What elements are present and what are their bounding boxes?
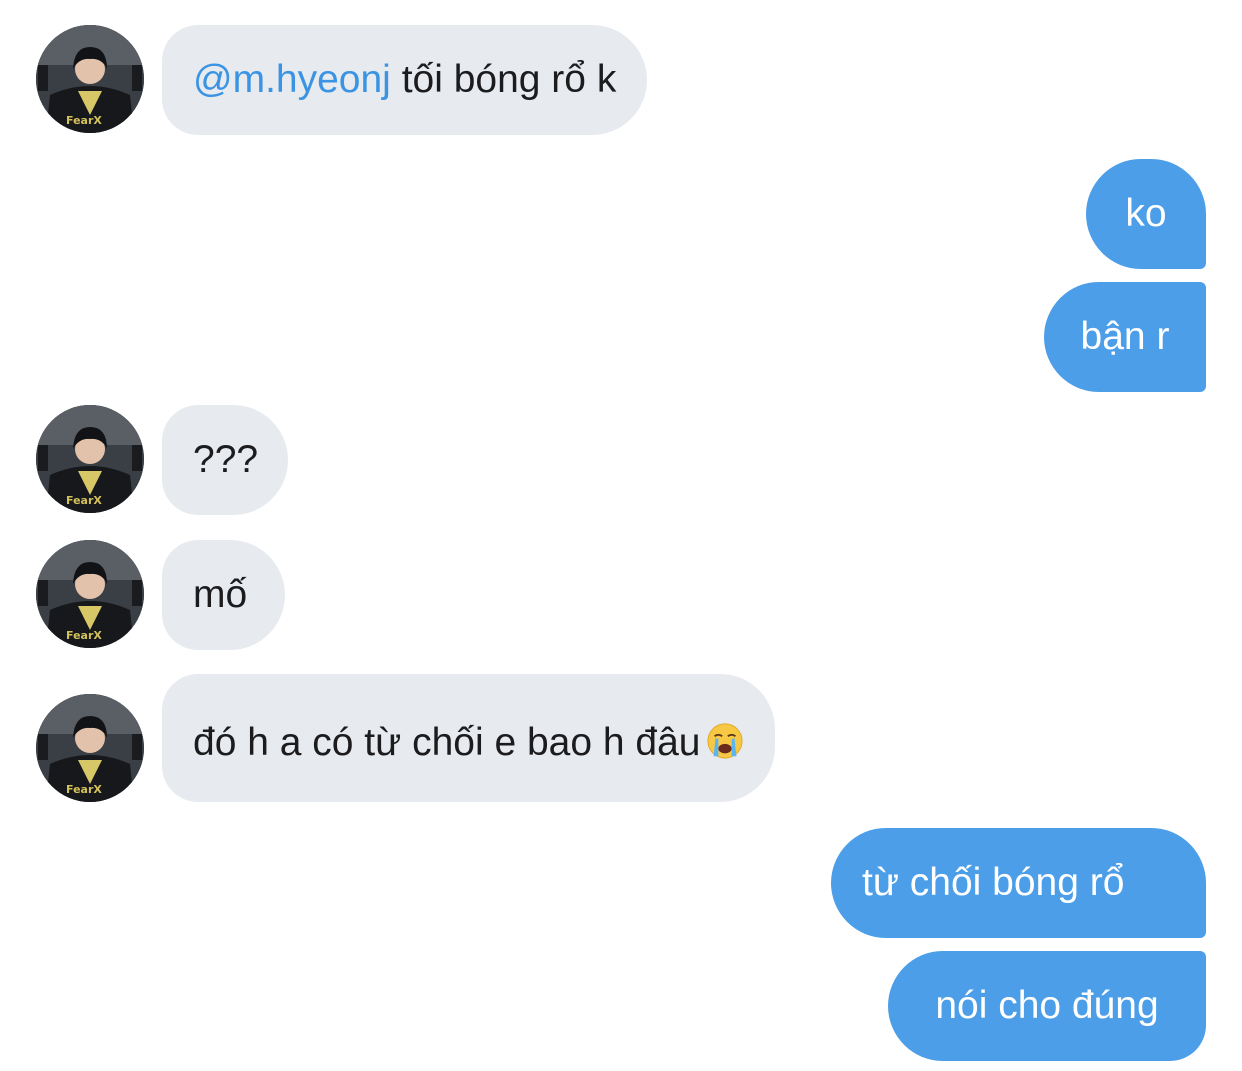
crying-face-emoji-icon: [707, 723, 744, 759]
svg-text:FearX: FearX: [66, 783, 102, 796]
message-text: ???: [193, 438, 259, 481]
message-bubble-outgoing[interactable]: bận r: [1044, 282, 1206, 392]
avatar[interactable]: FearX: [36, 405, 144, 513]
avatar[interactable]: FearX: [36, 694, 144, 802]
message-bubble-incoming[interactable]: ???: [162, 405, 288, 515]
chat-thread: FearX @m.hyeonj tối bóng rổ k ko bận r F…: [0, 0, 1242, 1071]
avatar-image: FearX: [36, 540, 144, 648]
message-text: nói cho đúng: [935, 984, 1159, 1027]
avatar-image: FearX: [36, 405, 144, 513]
avatar-image: FearX: [36, 25, 144, 133]
svg-text:FearX: FearX: [66, 629, 102, 642]
svg-text:FearX: FearX: [66, 494, 102, 507]
message-bubble-outgoing[interactable]: ko: [1086, 159, 1206, 269]
message-bubble-incoming[interactable]: mố: [162, 540, 285, 650]
message-bubble-outgoing[interactable]: nói cho đúng: [888, 951, 1206, 1061]
message-text: ko: [1125, 192, 1167, 235]
avatar[interactable]: FearX: [36, 25, 144, 133]
message-bubble-incoming[interactable]: @m.hyeonj tối bóng rổ k: [162, 25, 648, 135]
svg-text:FearX: FearX: [66, 114, 102, 127]
message-text: đó h a có từ chối e bao h đâu: [193, 721, 701, 764]
message-bubble-incoming[interactable]: đó h a có từ chối e bao h đâu: [162, 674, 776, 802]
avatar-image: FearX: [36, 694, 144, 802]
message-text: bận r: [1080, 315, 1170, 358]
user-mention[interactable]: @m.hyeonj: [193, 58, 391, 101]
avatar[interactable]: FearX: [36, 540, 144, 648]
message-text: mố: [193, 573, 248, 616]
message-text: từ chối bóng rổ: [862, 861, 1125, 904]
message-bubble-outgoing[interactable]: từ chối bóng rổ: [831, 828, 1206, 938]
message-text: tối bóng rổ k: [401, 58, 617, 101]
